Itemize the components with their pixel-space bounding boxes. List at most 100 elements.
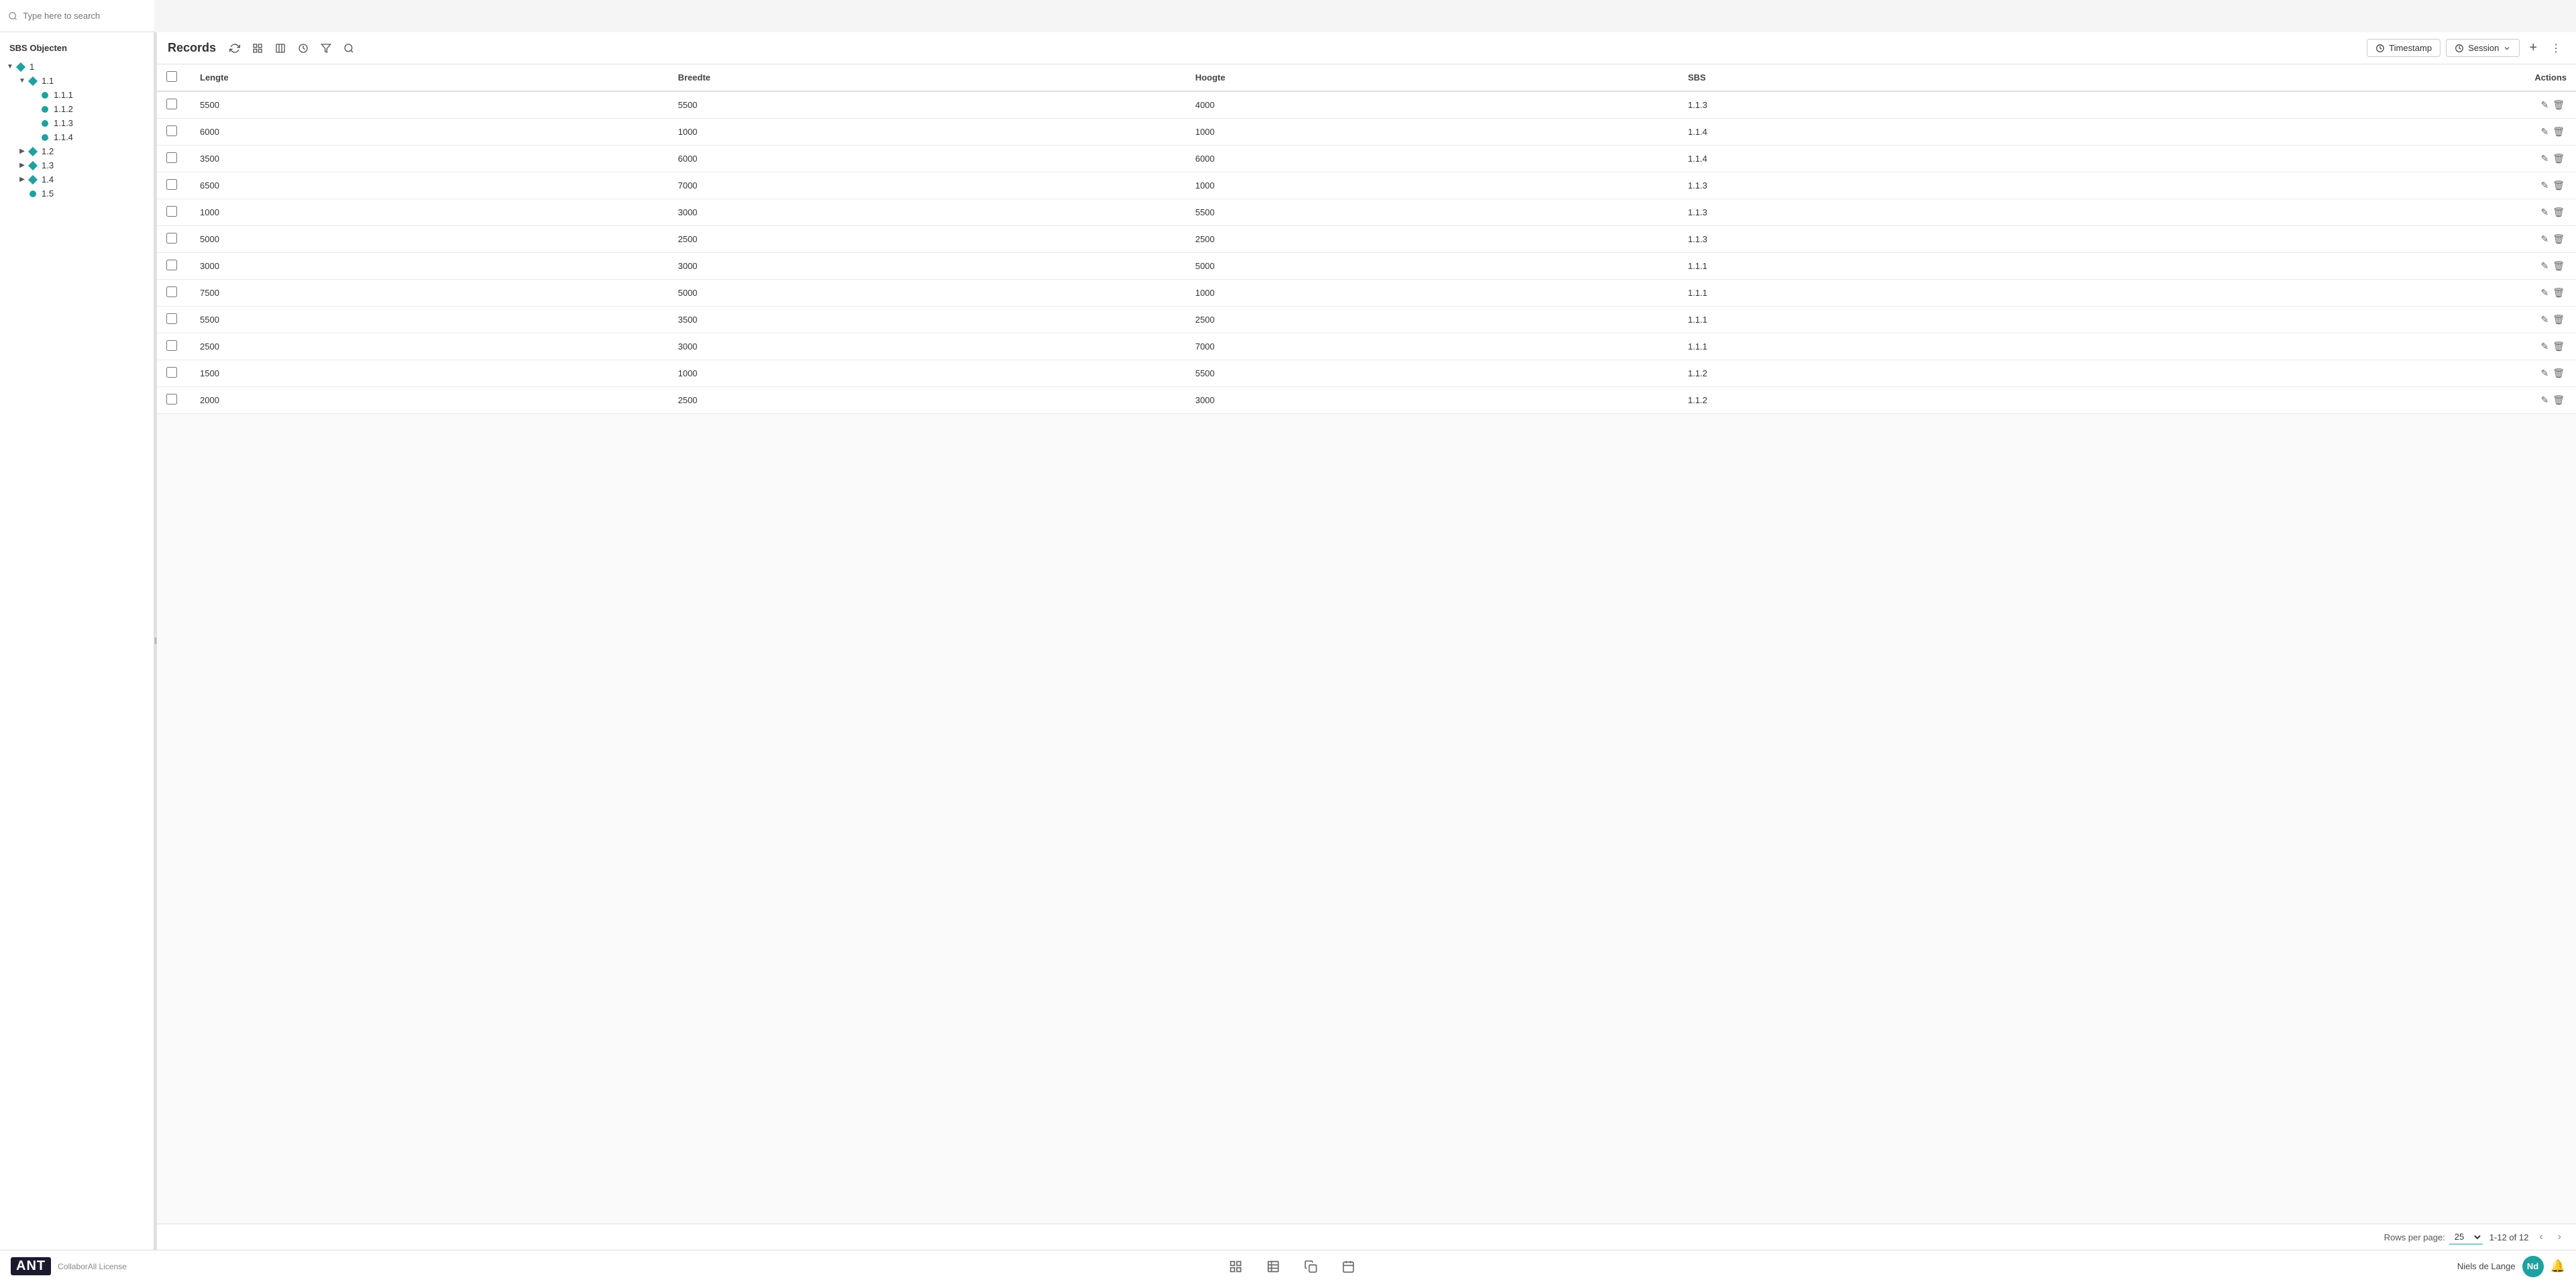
columns-button[interactable] bbox=[272, 40, 288, 56]
bottom-right: Niels de Lange Nd 🔔 bbox=[2457, 1256, 2565, 1277]
actions-cell: ✎🗑 bbox=[2063, 280, 2576, 307]
tree-item-label: 1.3 bbox=[42, 160, 54, 170]
delete-row-button[interactable]: 🗑 bbox=[2551, 125, 2567, 139]
sidebar-title: SBS Objecten bbox=[0, 39, 154, 60]
cell-sbs: 1.1.3 bbox=[1678, 199, 2063, 226]
table-row: 5500550040001.1.3✎🗑 bbox=[157, 91, 2576, 119]
avatar: Nd bbox=[2522, 1256, 2544, 1277]
delete-row-button[interactable]: 🗑 bbox=[2551, 152, 2567, 166]
prev-page-button[interactable]: ‹ bbox=[2535, 1230, 2546, 1244]
edit-row-button[interactable]: ✎ bbox=[2538, 286, 2551, 300]
sidebar-item-1.1[interactable]: ▼ 1.1 bbox=[0, 74, 154, 88]
row-checkbox[interactable] bbox=[166, 394, 177, 405]
delete-row-button[interactable]: 🗑 bbox=[2551, 259, 2567, 273]
timestamp-button[interactable]: Timestamp bbox=[2367, 39, 2440, 57]
session-button[interactable]: Session bbox=[2446, 39, 2520, 57]
row-checkbox-cell bbox=[157, 199, 191, 226]
cell-hoogte: 2500 bbox=[1186, 226, 1678, 253]
edit-row-button[interactable]: ✎ bbox=[2538, 393, 2551, 407]
tree-item-label: 1.1 bbox=[42, 76, 54, 86]
row-checkbox[interactable] bbox=[166, 286, 177, 297]
table-row: 1000300055001.1.3✎🗑 bbox=[157, 199, 2576, 226]
row-checkbox[interactable] bbox=[166, 367, 177, 378]
row-checkbox[interactable] bbox=[166, 233, 177, 244]
sidebar-item-1.1.3[interactable]: 1.1.3 bbox=[0, 116, 154, 130]
delete-row-button[interactable]: 🗑 bbox=[2551, 205, 2567, 219]
row-checkbox[interactable] bbox=[166, 313, 177, 324]
table-row: 1500100055001.1.2✎🗑 bbox=[157, 360, 2576, 387]
table-wrapper: Lengte Breedte Hoogte SBS Actions 550055… bbox=[157, 64, 2576, 1224]
edit-row-button[interactable]: ✎ bbox=[2538, 98, 2551, 112]
table-row: 2000250030001.1.2✎🗑 bbox=[157, 387, 2576, 414]
grid-view-button[interactable] bbox=[1226, 1257, 1245, 1276]
edit-row-button[interactable]: ✎ bbox=[2538, 125, 2551, 139]
calendar-button[interactable] bbox=[1339, 1257, 1358, 1276]
table-header-row: Lengte Breedte Hoogte SBS Actions bbox=[157, 64, 2576, 91]
cell-hoogte: 2500 bbox=[1186, 307, 1678, 333]
sidebar-item-1.1.2[interactable]: 1.1.2 bbox=[0, 102, 154, 116]
row-checkbox[interactable] bbox=[166, 152, 177, 163]
row-checkbox[interactable] bbox=[166, 206, 177, 217]
sidebar-item-1.4[interactable]: ▶1.4 bbox=[0, 172, 154, 186]
delete-row-button[interactable]: 🗑 bbox=[2551, 178, 2567, 193]
pagination-info: 1-12 of 12 bbox=[2489, 1232, 2529, 1242]
refresh-button[interactable] bbox=[227, 40, 243, 56]
table-view-button[interactable] bbox=[1264, 1257, 1283, 1276]
notifications-button[interactable]: 🔔 bbox=[2551, 1259, 2565, 1273]
content-area: Records bbox=[157, 32, 2576, 1250]
select-all-checkbox[interactable] bbox=[166, 71, 177, 82]
sidebar-item-1.1.4[interactable]: 1.1.4 bbox=[0, 130, 154, 144]
edit-row-button[interactable]: ✎ bbox=[2538, 259, 2551, 273]
dot-icon bbox=[42, 106, 48, 113]
dot-icon bbox=[42, 134, 48, 141]
row-checkbox[interactable] bbox=[166, 260, 177, 270]
actions-cell: ✎🗑 bbox=[2063, 333, 2576, 360]
delete-row-button[interactable]: 🗑 bbox=[2551, 232, 2567, 246]
delete-row-button[interactable]: 🗑 bbox=[2551, 393, 2567, 407]
next-page-button[interactable]: › bbox=[2554, 1230, 2565, 1244]
edit-row-button[interactable]: ✎ bbox=[2538, 232, 2551, 246]
delete-row-button[interactable]: 🗑 bbox=[2551, 339, 2567, 354]
rows-per-page: Rows per page: 25 50 100 bbox=[2384, 1230, 2483, 1244]
diamond-icon bbox=[16, 62, 25, 71]
edit-view-button[interactable] bbox=[250, 40, 266, 56]
rows-per-page-select[interactable]: 25 50 100 bbox=[2449, 1230, 2483, 1244]
actions-cell: ✎🗑 bbox=[2063, 146, 2576, 172]
search-records-button[interactable] bbox=[341, 40, 357, 56]
chevron-icon: ▼ bbox=[17, 76, 27, 86]
edit-row-button[interactable]: ✎ bbox=[2538, 366, 2551, 380]
add-record-button[interactable]: + bbox=[2525, 39, 2541, 57]
edit-row-button[interactable]: ✎ bbox=[2538, 178, 2551, 193]
table-row: 3000300050001.1.1✎🗑 bbox=[157, 253, 2576, 280]
delete-row-button[interactable]: 🗑 bbox=[2551, 286, 2567, 300]
edit-row-button[interactable]: ✎ bbox=[2538, 313, 2551, 327]
row-checkbox-cell bbox=[157, 91, 191, 119]
history-button[interactable] bbox=[295, 40, 311, 56]
edit-row-button[interactable]: ✎ bbox=[2538, 205, 2551, 219]
chevron-icon: ▶ bbox=[17, 147, 27, 156]
sidebar-item-1[interactable]: ▼1 bbox=[0, 60, 154, 74]
sidebar-item-1.3[interactable]: ▶1.3 bbox=[0, 158, 154, 172]
edit-row-button[interactable]: ✎ bbox=[2538, 152, 2551, 166]
sidebar-item-1.1.1[interactable]: 1.1.1 bbox=[0, 88, 154, 102]
cell-lengte: 5500 bbox=[191, 91, 669, 119]
row-checkbox[interactable] bbox=[166, 179, 177, 190]
cell-hoogte: 4000 bbox=[1186, 91, 1678, 119]
copy-button[interactable] bbox=[1301, 1257, 1320, 1276]
delete-row-button[interactable]: 🗑 bbox=[2551, 98, 2567, 112]
search-input[interactable] bbox=[23, 11, 146, 21]
more-options-button[interactable]: ⋮ bbox=[2546, 40, 2565, 56]
row-checkbox-cell bbox=[157, 146, 191, 172]
row-checkbox[interactable] bbox=[166, 125, 177, 136]
cell-lengte: 5000 bbox=[191, 226, 669, 253]
row-checkbox[interactable] bbox=[166, 99, 177, 109]
delete-row-button[interactable]: 🗑 bbox=[2551, 313, 2567, 327]
edit-row-button[interactable]: ✎ bbox=[2538, 339, 2551, 354]
sidebar-item-1.2[interactable]: ▶1.2 bbox=[0, 144, 154, 158]
row-checkbox[interactable] bbox=[166, 340, 177, 351]
search-bar bbox=[0, 0, 154, 32]
delete-row-button[interactable]: 🗑 bbox=[2551, 366, 2567, 380]
filter-button[interactable] bbox=[318, 40, 334, 56]
sidebar-item-1.5[interactable]: 1.5 bbox=[0, 186, 154, 201]
cell-lengte: 1500 bbox=[191, 360, 669, 387]
